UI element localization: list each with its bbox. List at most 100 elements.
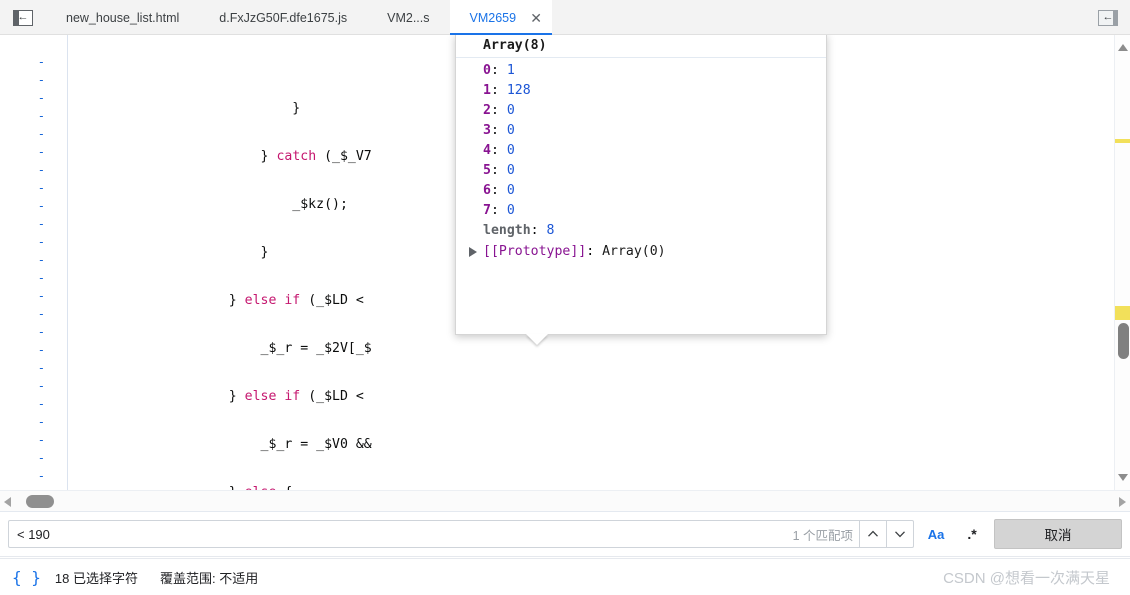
gutter-marker: - (37, 235, 45, 249)
popup-entry[interactable]: 7: 0 (456, 201, 826, 221)
chevron-up-icon (868, 530, 878, 537)
tab-label: VM2...s (387, 10, 430, 25)
close-icon[interactable]: ✕ (528, 10, 544, 26)
find-input-wrapper[interactable]: 1 个匹配项 (8, 520, 914, 548)
tab-d-fxjzg50f-dfe1675-js[interactable]: d.FxJzG50F.dfe1675.js (199, 0, 367, 35)
status-bar: { } 18 已选择字符 覆盖范围: 不适用 CSDN @想看一次满天星 (0, 558, 1130, 595)
gutter-marker: - (37, 415, 45, 429)
search-input[interactable] (9, 521, 793, 547)
code-line: _$_r = _$V0 && (70, 437, 372, 452)
gutter-marker (0, 35, 67, 53)
popup-prototype-value: Array(0) (602, 244, 666, 259)
tab-strip: ← new_house_list.html d.FxJzG50F.dfe1675… (0, 0, 1130, 35)
object-preview-popup: Array(8) 0: 1 1: 128 2: 0 3: 0 4: 0 5: 0… (455, 35, 827, 345)
gutter-marker: - (37, 307, 45, 321)
gutter-marker: - (37, 379, 45, 393)
vertical-scrollbar[interactable] (1114, 35, 1130, 490)
code-editor[interactable]: - - - - - - - - - - - - - - - - - - - - … (0, 35, 1130, 490)
popup-entry[interactable]: 6: 0 (456, 181, 826, 201)
scroll-right-icon[interactable] (1119, 497, 1126, 507)
watermark: CSDN @想看一次满天星 (943, 569, 1110, 587)
popup-entry[interactable]: 5: 0 (456, 161, 826, 181)
tab-label: VM2659 (469, 10, 517, 25)
gutter-marker: - (37, 433, 45, 447)
tab-list: new_house_list.html d.FxJzG50F.dfe1675.j… (46, 0, 1086, 35)
popup-entry-value: 0 (506, 103, 515, 118)
popup-entry[interactable]: 1: 128 (456, 81, 826, 101)
selection-status: 18 已选择字符 (54, 570, 138, 586)
popup-length-value: 8 (546, 223, 555, 238)
gutter-marker: - (37, 163, 45, 177)
gutter-marker: - (37, 199, 45, 213)
popup-arrow (526, 334, 548, 345)
gutter-marker: - (37, 289, 45, 303)
popup-entry-value: 128 (506, 83, 531, 98)
gutter-marker: - (37, 397, 45, 411)
line-number-gutter: - - - - - - - - - - - - - - - - - - - - … (0, 35, 68, 490)
pretty-print-button[interactable]: { } (12, 568, 41, 587)
gutter-marker: - (37, 451, 45, 465)
chevron-down-icon (895, 531, 905, 538)
popup-entry-value: 0 (506, 123, 515, 138)
popup-entry-value: 0 (506, 183, 515, 198)
match-case-button[interactable]: Aa (922, 520, 950, 548)
popup-entry[interactable]: 2: 0 (456, 101, 826, 121)
regex-button[interactable]: .* (958, 520, 986, 548)
popup-entry[interactable]: 0: 1 (456, 61, 826, 81)
regex-label: .* (967, 526, 977, 542)
dock-panel-right-icon: ← (1098, 9, 1118, 26)
tab-label: new_house_list.html (66, 10, 180, 25)
scroll-left-icon[interactable] (4, 497, 11, 507)
tab-new-house-list-html[interactable]: new_house_list.html (46, 0, 199, 35)
code-line: } else if (_$LD < (70, 389, 372, 404)
vertical-scrollbar-thumb[interactable] (1118, 323, 1129, 359)
gutter-marker: - (37, 271, 45, 285)
find-previous-button[interactable] (859, 521, 886, 547)
pretty-print-label: { } (12, 567, 41, 587)
scroll-down-icon[interactable] (1118, 474, 1128, 481)
tab-label: d.FxJzG50F.dfe1675.js (219, 10, 348, 25)
cancel-label: 取消 (1044, 528, 1072, 543)
dock-panel-left-button[interactable]: ← (0, 0, 46, 35)
scroll-up-icon[interactable] (1118, 44, 1128, 51)
horizontal-scrollbar[interactable] (0, 490, 1130, 512)
popup-entry-key: 7 (483, 203, 491, 218)
popup-entry-key: 5 (483, 163, 491, 178)
popup-entry-key: 6 (483, 183, 491, 198)
gutter-marker: - (37, 91, 45, 105)
popup-length-entry[interactable]: length: 8 (456, 221, 826, 241)
code-line: _$_r = _$2V[_$ (70, 341, 372, 356)
tab-vm2659[interactable]: VM2659 ✕ (449, 0, 553, 35)
popup-entry-list: 0: 1 1: 128 2: 0 3: 0 4: 0 5: 0 6: 0 7: … (456, 58, 826, 262)
popup-entry-key: 2 (483, 103, 491, 118)
popup-prototype-entry[interactable]: [[Prototype]]: Array(0) (456, 241, 826, 262)
triangle-right-icon[interactable] (469, 246, 477, 257)
gutter-marker: - (37, 361, 45, 375)
popup-entry-value: 0 (506, 203, 515, 218)
horizontal-scrollbar-thumb[interactable] (26, 495, 54, 508)
dock-panel-right-button[interactable]: ← (1086, 0, 1130, 35)
cancel-button[interactable]: 取消 (994, 519, 1122, 549)
gutter-marker: - (37, 343, 45, 357)
gutter-marker: - (37, 73, 45, 87)
gutter-marker: - (37, 253, 45, 267)
popup-length-key: length (483, 223, 531, 238)
popup-entry[interactable]: 3: 0 (456, 121, 826, 141)
popup-entry-key: 4 (483, 143, 491, 158)
coverage-status: 覆盖范围: 不适用 (159, 570, 259, 586)
popup-entry-key: 0 (483, 63, 491, 78)
find-next-button[interactable] (886, 521, 913, 547)
devtools-sources-panel: ← new_house_list.html d.FxJzG50F.dfe1675… (0, 0, 1130, 595)
popup-entry-value: 1 (506, 63, 515, 78)
find-bar: 1 个匹配项 Aa .* 取消 (0, 512, 1130, 557)
match-case-label: Aa (927, 526, 945, 542)
popup-entry-key: 1 (483, 83, 491, 98)
tab-vm2-truncated[interactable]: VM2...s (367, 0, 449, 35)
dock-panel-left-icon: ← (13, 9, 33, 26)
scroll-match-marker (1115, 306, 1130, 320)
gutter-marker: - (37, 217, 45, 231)
scroll-match-marker (1115, 139, 1130, 143)
popup-entry-value: 0 (506, 163, 515, 178)
popup-entry[interactable]: 4: 0 (456, 141, 826, 161)
gutter-marker: - (37, 145, 45, 159)
